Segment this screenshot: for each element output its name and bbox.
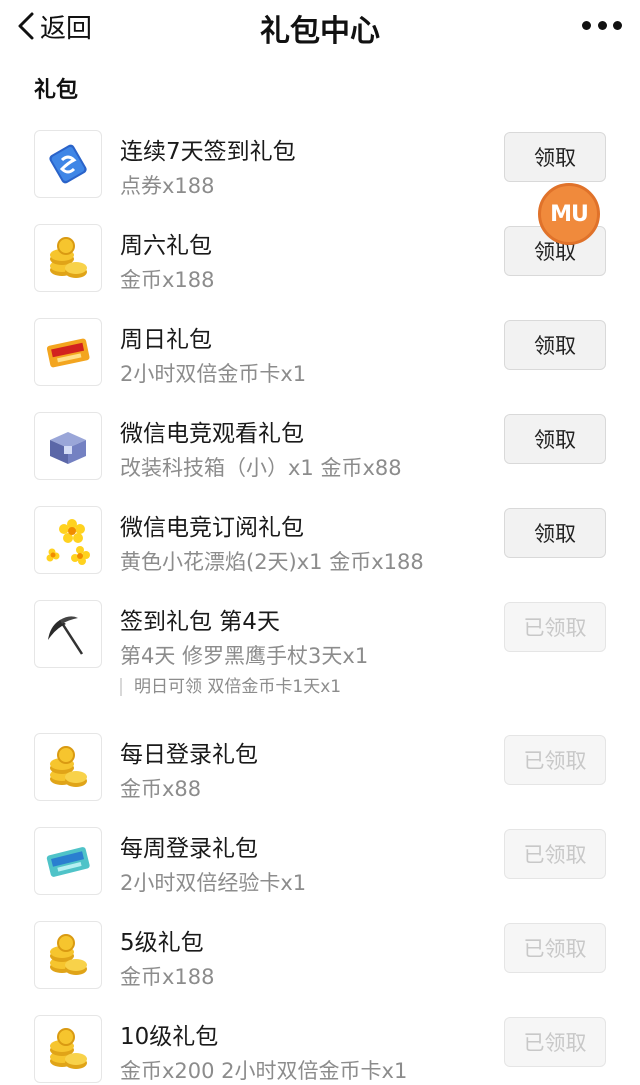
nav-bar: 返回 礼包中心 (0, 0, 640, 52)
gift-name: 连续7天签到礼包 (120, 139, 296, 165)
more-menu-icon[interactable] (582, 18, 622, 32)
gift-desc: 金币x188 (120, 268, 215, 292)
gift-name: 微信电竞订阅礼包 (120, 515, 304, 541)
page-title: 礼包中心 (260, 14, 380, 49)
tech-box-icon (34, 412, 102, 480)
mu-badge-text: MU (550, 201, 589, 227)
gift-desc: 2小时双倍经验卡x1 (120, 871, 307, 895)
gift-tip: 明日可领 双倍金币卡1天x1 (120, 678, 341, 696)
gift-name: 微信电竞观看礼包 (120, 421, 304, 447)
gift-name: 5级礼包 (120, 930, 204, 956)
gold-coins-icon (34, 224, 102, 292)
yellow-flowers-icon (34, 506, 102, 574)
gift-name: 签到礼包 第4天 (120, 609, 280, 635)
gift-name: 每日登录礼包 (120, 742, 258, 768)
claim-button[interactable]: 领取 (504, 132, 606, 182)
gift-name: 每周登录礼包 (120, 836, 258, 862)
claimed-button[interactable]: 已领取 (504, 602, 606, 652)
voucher-card-icon (34, 130, 102, 198)
claimed-button[interactable]: 已领取 (504, 1017, 606, 1067)
gift-desc: 改装科技箱（小）x1 金币x88 (120, 456, 402, 480)
gift-desc: 金币x88 (120, 777, 202, 801)
claimed-button[interactable]: 已领取 (504, 923, 606, 973)
gift-desc: 第4天 修罗黑鹰手杖3天x1 (120, 644, 369, 668)
gift-desc: 金币x188 (120, 965, 215, 989)
gift-name: 周六礼包 (120, 233, 212, 259)
gift-desc: 金币x200 2小时双倍金币卡x1 (120, 1059, 408, 1083)
mu-logo-badge[interactable]: MU (538, 183, 600, 245)
section-title: 礼包 (34, 78, 79, 103)
gift-desc: 黄色小花漂焰(2天)x1 金币x188 (120, 550, 424, 574)
scythe-icon (34, 600, 102, 668)
claim-button[interactable]: 领取 (504, 320, 606, 370)
gift-name: 周日礼包 (120, 327, 212, 353)
claimed-button[interactable]: 已领取 (504, 829, 606, 879)
double-exp-card-icon (34, 827, 102, 895)
gold-coins-icon (34, 1015, 102, 1083)
gold-coins-icon (34, 921, 102, 989)
gift-name: 10级礼包 (120, 1024, 219, 1050)
gift-desc: 点券x188 (120, 174, 215, 198)
claim-button[interactable]: 领取 (504, 414, 606, 464)
gold-coins-icon (34, 733, 102, 801)
double-gold-card-icon (34, 318, 102, 386)
claim-button[interactable]: 领取 (504, 508, 606, 558)
gift-desc: 2小时双倍金币卡x1 (120, 362, 307, 386)
claimed-button[interactable]: 已领取 (504, 735, 606, 785)
